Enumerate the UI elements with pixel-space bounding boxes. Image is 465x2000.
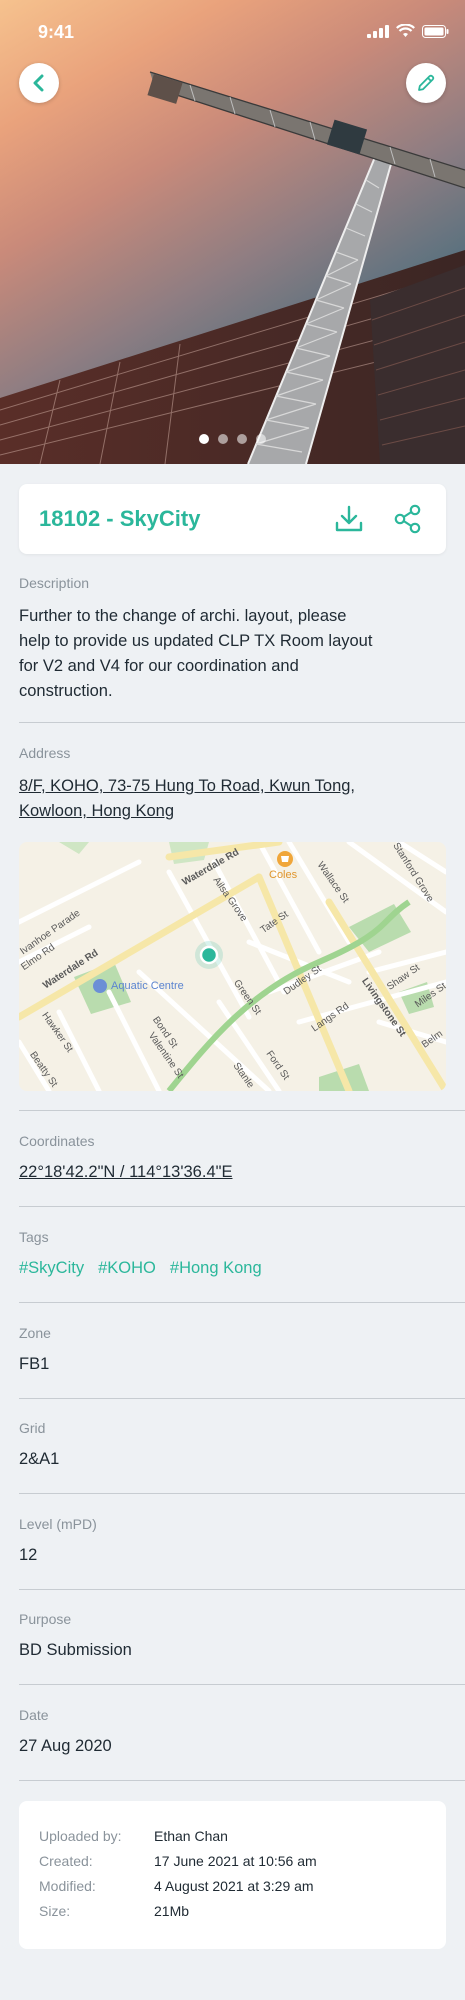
- info-row-uploaded-by: Uploaded by: Ethan Chan: [39, 1828, 228, 1844]
- coordinates-label: Coordinates: [19, 1133, 95, 1149]
- description-text: Further to the change of archi. layout, …: [19, 604, 449, 704]
- pagination-dot[interactable]: [237, 434, 247, 444]
- share-icon: [394, 504, 421, 534]
- level-label: Level (mPD): [19, 1516, 97, 1532]
- pagination-dot[interactable]: [218, 434, 228, 444]
- pagination-dot[interactable]: [199, 434, 209, 444]
- divider: [19, 1684, 465, 1685]
- info-row-modified: Modified: 4 August 2021 at 3:29 am: [39, 1878, 314, 1894]
- description-label: Description: [19, 575, 90, 591]
- crane-photo: [0, 71, 465, 464]
- info-value: 4 August 2021 at 3:29 am: [154, 1878, 314, 1894]
- info-value: 17 June 2021 at 10:56 am: [154, 1853, 317, 1869]
- info-value: 21Mb: [154, 1903, 190, 1919]
- hero-image-carousel[interactable]: 9:41: [0, 0, 465, 464]
- tag-chip[interactable]: #SkyCity: [19, 1259, 84, 1278]
- address-line: 8/F, KOHO, 73-75 Hung To Road, Kwun Tong…: [19, 777, 356, 795]
- tag-chip[interactable]: #KOHO: [98, 1259, 156, 1278]
- address-line: Kowloon, Hong Kong: [19, 802, 175, 820]
- divider: [19, 1493, 465, 1494]
- divider: [19, 1206, 465, 1207]
- grid-label: Grid: [19, 1420, 46, 1436]
- edit-button[interactable]: [406, 63, 446, 103]
- pencil-icon: [418, 74, 435, 91]
- date-value: 27 Aug 2020: [19, 1737, 112, 1755]
- pagination-dot[interactable]: [256, 434, 266, 444]
- divider: [19, 1398, 465, 1399]
- description-line: for V2 and V4 for our coordination and: [19, 657, 299, 675]
- purpose-value: BD Submission: [19, 1641, 132, 1659]
- info-key: Uploaded by:: [39, 1828, 122, 1844]
- description-line: Further to the change of archi. layout, …: [19, 607, 347, 625]
- map-poi-label: Aquatic Centre: [111, 980, 184, 992]
- tags-label: Tags: [19, 1229, 49, 1245]
- download-icon: [335, 505, 363, 532]
- title-card: 18102 - SkyCity: [19, 484, 446, 554]
- grid-value: 2&A1: [19, 1450, 60, 1468]
- download-button[interactable]: [333, 503, 365, 535]
- status-icons: [367, 24, 449, 38]
- divider: [19, 1302, 465, 1303]
- info-key: Size:: [39, 1903, 71, 1919]
- info-row-created: Created: 17 June 2021 at 10:56 am: [39, 1853, 317, 1869]
- info-row-size: Size: 21Mb: [39, 1903, 189, 1919]
- address-link[interactable]: 8/F, KOHO, 73-75 Hung To Road, Kwun Tong…: [19, 774, 355, 824]
- date-label: Date: [19, 1707, 49, 1723]
- divider: [19, 1589, 465, 1590]
- purpose-label: Purpose: [19, 1611, 72, 1627]
- cellular-signal-icon: [367, 24, 389, 38]
- info-key: Modified:: [39, 1878, 96, 1894]
- level-value: 12: [19, 1546, 38, 1564]
- divider: [19, 722, 465, 723]
- battery-icon: [422, 24, 449, 38]
- back-button[interactable]: [19, 63, 59, 103]
- divider: [19, 1110, 465, 1111]
- carousel-pagination[interactable]: [199, 434, 266, 444]
- chevron-left-icon: [33, 74, 44, 92]
- info-value: Ethan Chan: [154, 1828, 228, 1844]
- address-label: Address: [19, 745, 71, 761]
- coordinates-link[interactable]: 22°18'42.2"N / 114°13'36.4"E: [19, 1163, 232, 1182]
- share-button[interactable]: [392, 503, 424, 535]
- zone-value: FB1: [19, 1355, 50, 1373]
- divider: [19, 1780, 465, 1781]
- status-bar: 9:41: [0, 0, 465, 64]
- file-info-card: Uploaded by: Ethan Chan Created: 17 June…: [19, 1801, 446, 1949]
- description-line: help to provide us updated CLP TX Room l…: [19, 632, 373, 650]
- zone-label: Zone: [19, 1325, 51, 1341]
- tags-list: #SkyCity #KOHO #Hong Kong: [19, 1259, 262, 1278]
- project-title: 18102 - SkyCity: [39, 506, 201, 531]
- description-line: construction.: [19, 682, 113, 700]
- info-key: Created:: [39, 1853, 93, 1869]
- tag-chip[interactable]: #Hong Kong: [170, 1259, 262, 1278]
- wifi-icon: [396, 24, 415, 37]
- status-time: 9:41: [38, 22, 75, 42]
- map-poi-label: Coles: [269, 869, 298, 881]
- location-map[interactable]: Waterdale Rd Waterdale Rd Ailsa Grove Ta…: [19, 842, 446, 1091]
